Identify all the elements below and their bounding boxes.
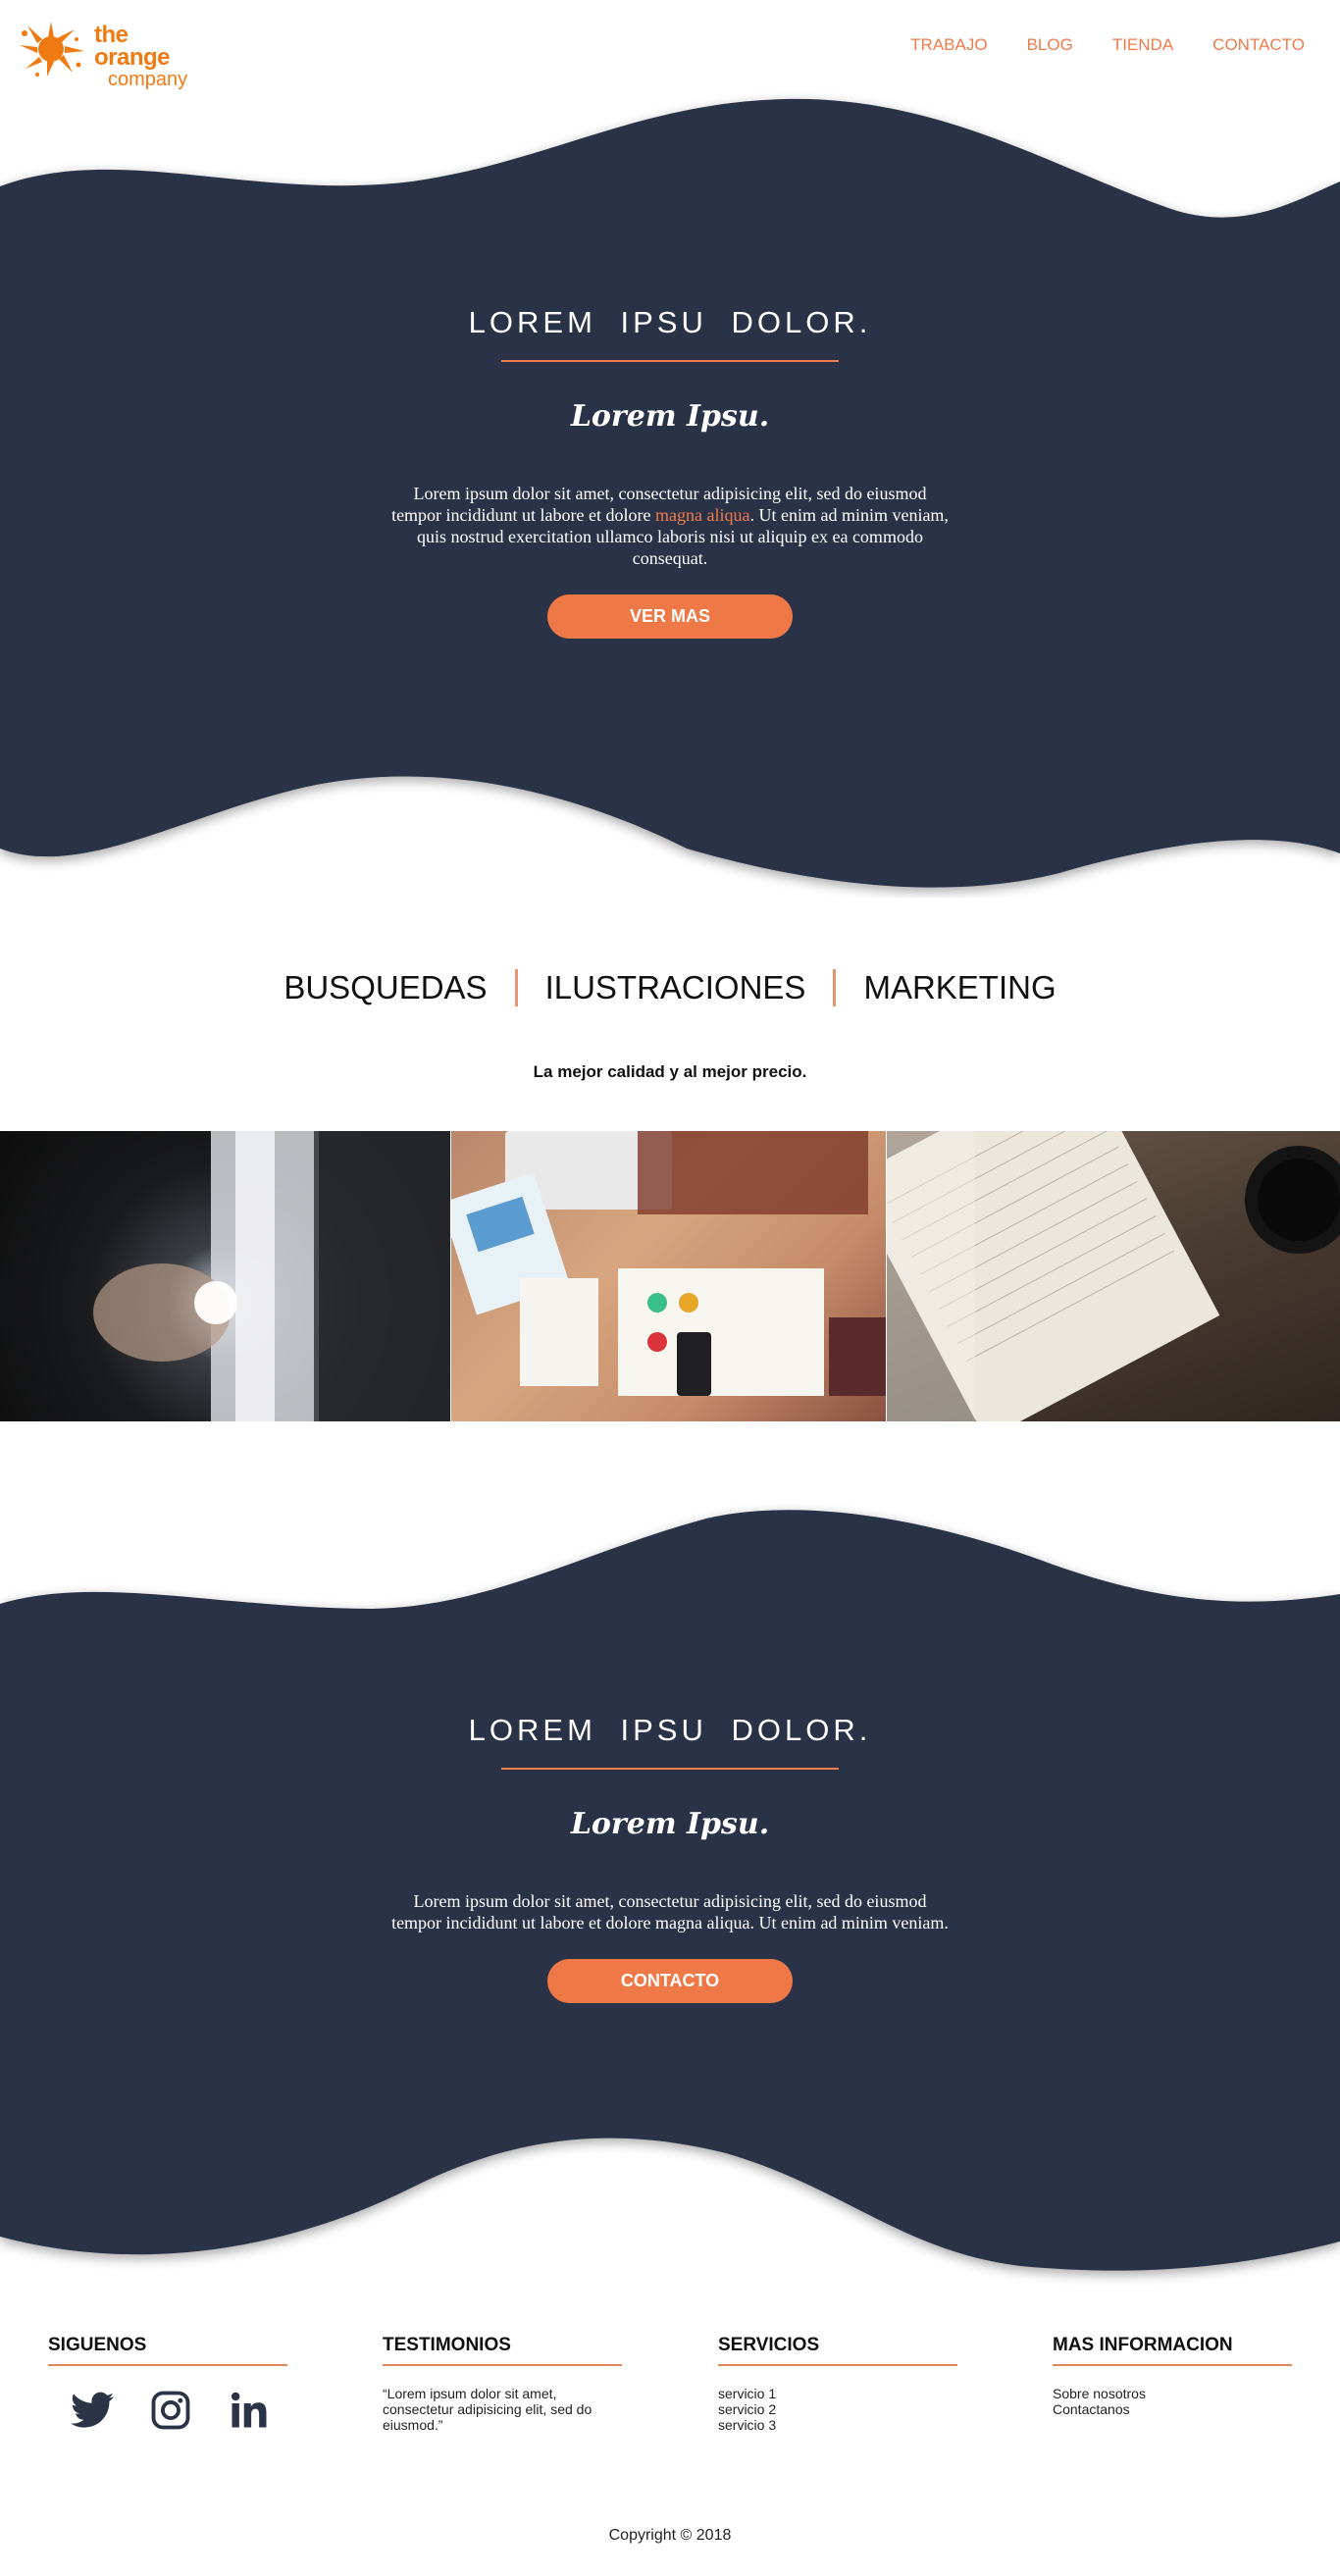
nav-trabajo-link[interactable]: TRABAJO xyxy=(910,35,987,55)
category-ilustraciones[interactable]: ILUSTRACIONES xyxy=(518,969,834,1006)
footer-follow-title: SIGUENOS xyxy=(48,2335,287,2366)
footer-info-title: MAS INFORMACION xyxy=(1053,2335,1292,2366)
copyright: Copyright © 2018 xyxy=(608,2527,732,2544)
cta-section: LOREM IPSU DOLOR. Lorem Ipsu. Lorem ipsu… xyxy=(0,1501,1340,2286)
hero-section: LOREM IPSU DOLOR. Lorem Ipsu. Lorem ipsu… xyxy=(0,93,1340,898)
about-link[interactable]: Sobre nosotros xyxy=(1053,2386,1292,2401)
testimonial-quote: “Lorem ipsum dolor sit amet, consectetur… xyxy=(383,2386,593,2433)
footer-follow-column: SIGUENOS xyxy=(48,2335,287,2433)
desk-workspace-photo xyxy=(451,1131,886,1421)
hero-subtitle: Lorem Ipsu. xyxy=(570,399,770,434)
categories-row: BUSQUEDAS ILUSTRACIONES MARKETING xyxy=(0,963,1340,1012)
category-marketing[interactable]: MARKETING xyxy=(836,969,1083,1006)
desk-workspace-illustration xyxy=(451,1131,886,1396)
man-pointing-illustration xyxy=(93,1131,450,1421)
social-links xyxy=(48,2388,287,2433)
cta-subtitle: Lorem Ipsu. xyxy=(570,1807,770,1841)
brand-line-2: company xyxy=(108,69,188,90)
hero-text-highlight: magna aliqua xyxy=(655,505,750,525)
category-busquedas[interactable]: BUSQUEDAS xyxy=(256,969,514,1006)
nav-tienda-link[interactable]: TIENDA xyxy=(1112,35,1173,55)
nav-blog-link[interactable]: BLOG xyxy=(1027,35,1073,55)
footer-services-title: SERVICIOS xyxy=(718,2335,957,2366)
footer-testimonials-column: TESTIMONIOS “Lorem ipsum dolor sit amet,… xyxy=(383,2335,622,2433)
brand-line-1: the orange xyxy=(94,22,171,71)
footer-testimonials-title: TESTIMONIOS xyxy=(383,2335,622,2366)
linkedin-icon[interactable] xyxy=(225,2388,274,2433)
brand-wordmark: the orange company xyxy=(94,24,194,91)
service-item[interactable]: servicio 1 xyxy=(718,2386,957,2401)
cta-divider xyxy=(501,1768,839,1770)
hero-content: LOREM IPSU DOLOR. Lorem Ipsu. Lorem ipsu… xyxy=(0,305,1340,639)
cta-title: LOREM IPSU DOLOR. xyxy=(468,1713,872,1747)
cta-content: LOREM IPSU DOLOR. Lorem Ipsu. Lorem ipsu… xyxy=(0,1713,1340,2003)
orange-splash-icon xyxy=(20,22,84,77)
photo-gallery xyxy=(0,1131,1340,1421)
service-item[interactable]: servicio 3 xyxy=(718,2417,957,2433)
service-item[interactable]: servicio 2 xyxy=(718,2401,957,2417)
ver-mas-button[interactable]: VER MAS xyxy=(547,594,793,639)
tagline: La mejor calidad y al mejor precio. xyxy=(533,1062,807,1081)
site-header: the orange company TRABAJO BLOG TIENDA C… xyxy=(0,0,1340,93)
info-list: Sobre nosotros Contactanos xyxy=(1053,2386,1292,2417)
hero-paragraph: Lorem ipsum dolor sit amet, consectetur … xyxy=(390,483,950,569)
main-nav: TRABAJO BLOG TIENDA CONTACTO xyxy=(871,35,1305,55)
notebook-coffee-photo xyxy=(887,1131,1340,1421)
nav-contacto-link[interactable]: CONTACTO xyxy=(1212,35,1305,55)
twitter-icon[interactable] xyxy=(68,2388,117,2433)
instagram-icon[interactable] xyxy=(146,2388,195,2433)
hero-divider xyxy=(501,360,839,362)
man-pointing-photo xyxy=(0,1131,450,1421)
footer-services-column: SERVICIOS servicio 1 servicio 2 servicio… xyxy=(718,2335,957,2433)
footer-info-column: MAS INFORMACION Sobre nosotros Contactan… xyxy=(1053,2335,1292,2417)
site-footer: SIGUENOS TESTIMONIOS “Lorem ipsum dolor … xyxy=(0,2335,1340,2482)
hero-title: LOREM IPSU DOLOR. xyxy=(468,305,872,339)
services-list: servicio 1 servicio 2 servicio 3 xyxy=(718,2386,957,2433)
cta-paragraph: Lorem ipsum dolor sit amet, consectetur … xyxy=(391,1891,949,1932)
brand-logo[interactable]: the orange company xyxy=(18,18,194,90)
contact-link[interactable]: Contactanos xyxy=(1053,2401,1292,2417)
notebook-coffee-illustration xyxy=(887,1131,1340,1421)
contacto-button[interactable]: CONTACTO xyxy=(547,1959,793,2003)
